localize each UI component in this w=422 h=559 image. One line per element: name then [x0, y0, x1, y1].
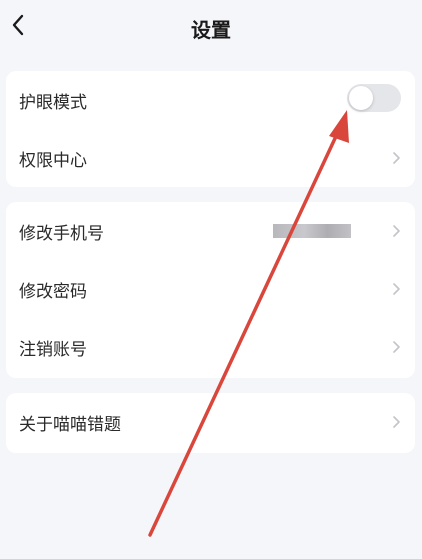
permission-center-label: 权限中心: [19, 150, 87, 171]
about-app-label: 关于喵喵错题: [19, 414, 121, 435]
eye-protection-toggle[interactable]: [347, 84, 401, 112]
chevron-right-icon: [393, 152, 400, 164]
change-password-row[interactable]: 修改密码: [6, 260, 415, 318]
eye-protection-row[interactable]: 护眼模式: [6, 71, 415, 129]
masked-phone-number: [273, 224, 351, 238]
settings-card-account: 修改手机号 修改密码 注销账号: [6, 202, 415, 378]
permission-center-row[interactable]: 权限中心: [6, 129, 415, 187]
chevron-right-icon: [393, 416, 400, 428]
toggle-knob: [349, 86, 373, 110]
settings-card-about: 关于喵喵错题: [6, 393, 415, 453]
settings-card-display: 护眼模式 权限中心: [6, 71, 415, 187]
page-title: 设置: [191, 18, 231, 42]
change-phone-label: 修改手机号: [19, 223, 104, 244]
delete-account-row[interactable]: 注销账号: [6, 318, 415, 376]
delete-account-label: 注销账号: [19, 339, 87, 360]
eye-protection-label: 护眼模式: [19, 92, 87, 113]
chevron-right-icon: [393, 283, 400, 295]
chevron-right-icon: [393, 225, 400, 237]
nav-bar: 设置: [0, 0, 422, 52]
chevron-right-icon: [393, 341, 400, 353]
about-app-row[interactable]: 关于喵喵错题: [6, 393, 415, 451]
change-password-label: 修改密码: [19, 281, 87, 302]
change-phone-row[interactable]: 修改手机号: [6, 202, 415, 260]
